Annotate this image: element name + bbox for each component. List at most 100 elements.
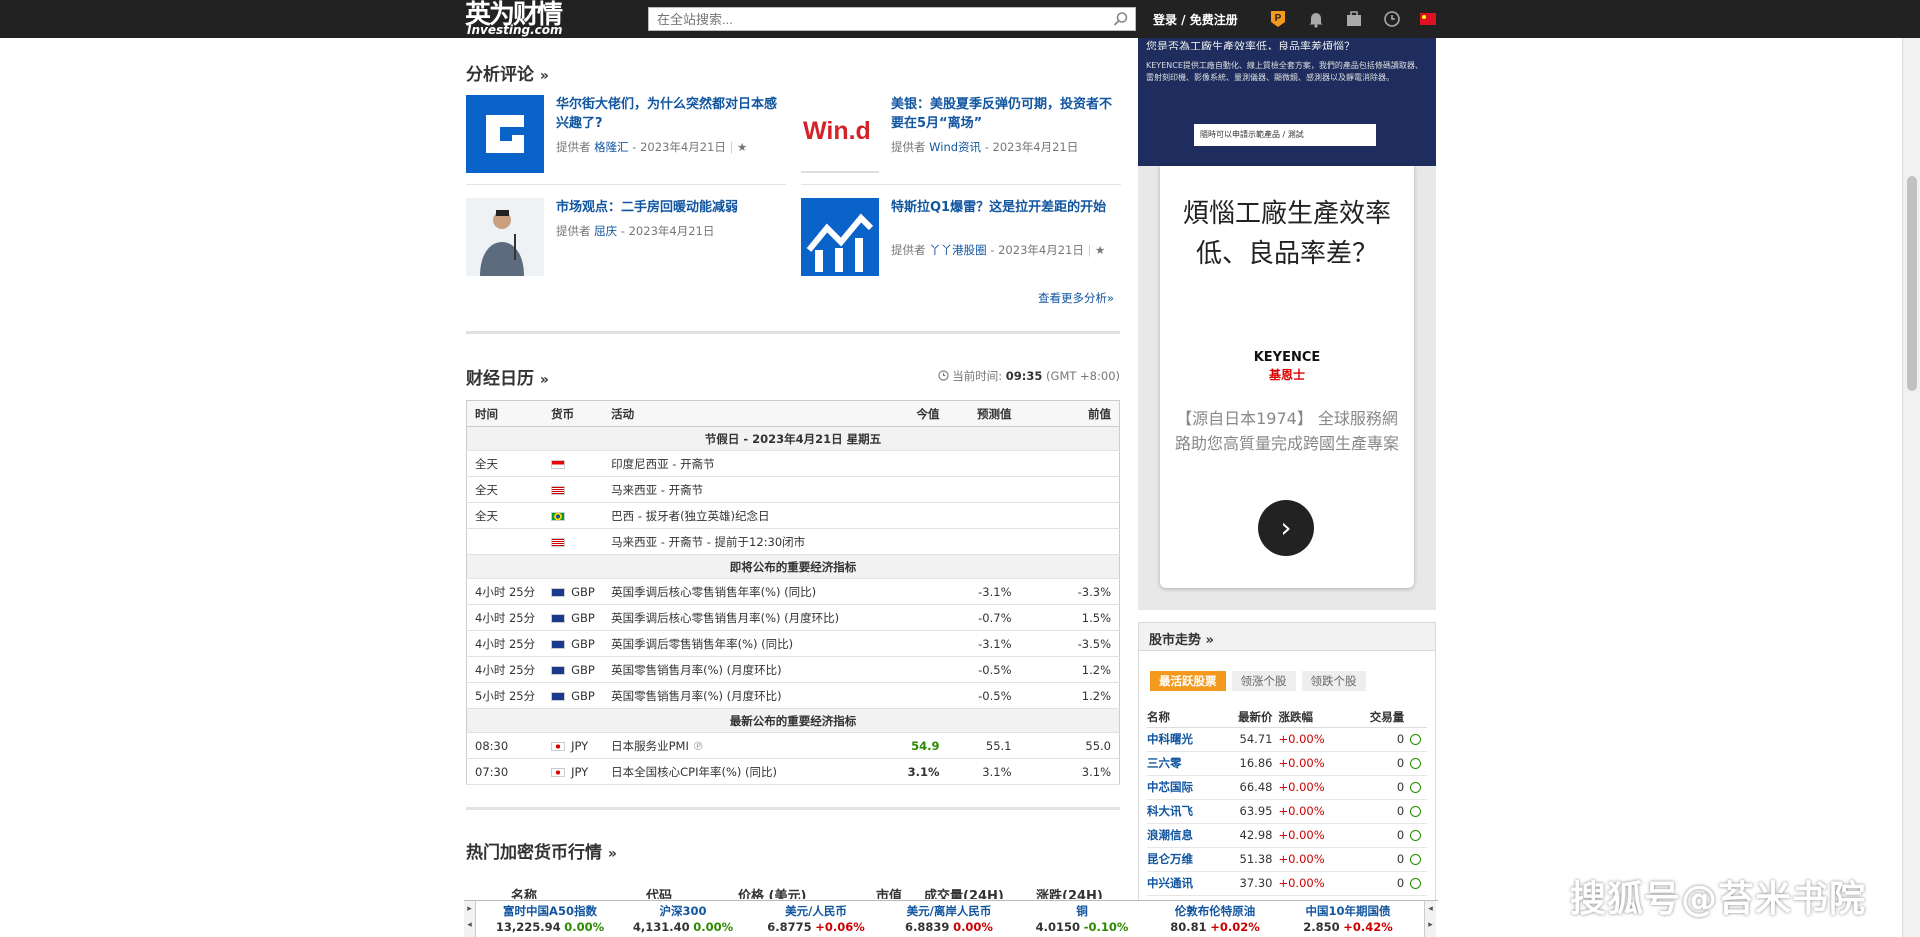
malaysia-flag-icon xyxy=(551,485,566,495)
keyence-cn-logo: 基恩士 xyxy=(1268,368,1305,382)
more-analysis-link[interactable]: 查看更多分析» xyxy=(1038,290,1114,306)
page-scrollbar[interactable] xyxy=(1902,38,1920,937)
ticker-item[interactable]: 美元/离岸人民币 6.8839 0.00% xyxy=(883,903,1015,935)
ticker-item[interactable]: 伦敦布伦特原油 80.81 +0.02% xyxy=(1149,903,1281,935)
crypto-heading[interactable]: 热门加密货币行情 » xyxy=(466,838,617,863)
watermark: 搜狐号@苔米书院 xyxy=(1570,879,1867,920)
article-thumbnail[interactable] xyxy=(801,198,879,276)
brazil-flag-icon xyxy=(551,511,566,521)
ticker-item[interactable]: 铜 4.0150 -0.10% xyxy=(1016,903,1148,935)
uk-flag-icon xyxy=(551,587,566,597)
latest-group-header: 最新公布的重要经济指标 xyxy=(466,708,1120,733)
table-row[interactable]: 中科曙光 54.71 +0.00% 0 xyxy=(1147,727,1427,752)
japan-flag-icon xyxy=(551,741,566,751)
article-thumbnail[interactable] xyxy=(466,198,544,276)
ad-demo-input[interactable]: 隨時可以申請示範產品 / 測試 xyxy=(1194,124,1376,146)
preliminary-icon: ℗ xyxy=(692,738,705,753)
star-icon[interactable]: ★ xyxy=(1095,243,1105,257)
article-author[interactable]: 格隆汇 xyxy=(594,140,629,154)
tab-most-active[interactable]: 最活跃股票 xyxy=(1150,671,1226,691)
table-row[interactable]: 4小时 25分 GBP 英国季调后核心零售销售年率(%) (同比) -3.1% -3.3… xyxy=(466,578,1120,605)
article-title[interactable]: 特斯拉Q1爆雷？这是拉开差距的开始 xyxy=(891,198,1121,217)
table-row[interactable]: 昆仑万维 51.38 +0.00% 0 xyxy=(1147,847,1427,872)
table-row[interactable]: 4小时 25分 GBP 英国零售销售月率(%) (月度环比) -0.5% 1.2% xyxy=(466,656,1120,683)
ad-text: KEYENCE提供工廠自動化、線上質檢全套方案，我們的產品包括條碼讀取器、雷射刻… xyxy=(1146,61,1423,82)
article-thumbnail[interactable] xyxy=(466,95,544,173)
table-row[interactable]: 科大讯飞 63.95 +0.00% 0 xyxy=(1147,799,1427,824)
table-row[interactable]: 5小时 25分 GBP 英国零售销售月率(%) (月度环比) -0.5% 1.2% xyxy=(466,682,1120,709)
table-row[interactable]: 中芯国际 66.48 +0.00% 0 xyxy=(1147,775,1427,800)
top-bar: 英为财情 Investing.com 登录 / 免费注册 P xyxy=(0,0,1920,38)
search-icon[interactable] xyxy=(1113,11,1129,27)
portfolio-icon[interactable] xyxy=(1344,9,1364,29)
article-author[interactable]: 丫丫港股圈 xyxy=(929,243,987,257)
table-row[interactable]: 全天 印度尼西亚 - 开斋节 xyxy=(466,450,1120,477)
ticker-item[interactable]: 沪深300 4,131.40 0.00% xyxy=(617,903,749,935)
indonesia-flag-icon xyxy=(551,459,566,469)
table-row[interactable]: 全天 马来西亚 - 开斋节 xyxy=(466,476,1120,503)
article-title[interactable]: 华尔街大佬们，为什么突然都对日本感兴趣了? xyxy=(556,95,786,133)
ad-banner-top[interactable]: 您是否為工廠生產效率低，良品率差煩惱？ KEYENCE提供工廠自動化、線上質檢全… xyxy=(1138,38,1436,166)
article-title[interactable]: 美银：美股夏季反弹仍可期，投资者不要在5月“离场” xyxy=(891,95,1121,133)
ticker-item[interactable]: 中国10年期国债 2.850 +0.42% xyxy=(1282,903,1414,935)
table-row[interactable]: 4小时 25分 GBP 英国季调后核心零售销售月率(%) (月度环比) -0.7% 1.… xyxy=(466,604,1120,631)
tab-losers[interactable]: 领跌个股 xyxy=(1301,671,1366,691)
analysis-heading[interactable]: 分析评论 » xyxy=(466,60,549,85)
article-meta: 提供者 屈庆 - 2023年4月21日 xyxy=(556,224,715,238)
login-register-link[interactable]: 登录 / 免费注册 xyxy=(1153,11,1238,28)
ticker-next-button[interactable]: ◂ ▸ xyxy=(1424,901,1436,937)
bottom-ticker: ▸ ◂ 富时中国A50指数 13,225.94 0.00% 沪深300 4,131.4… xyxy=(464,900,1438,937)
article-thumbnail[interactable]: Win.d xyxy=(801,95,879,173)
article-meta: 提供者 Wind资讯 - 2023年4月21日 xyxy=(891,140,1079,154)
table-row[interactable]: 浪潮信息 42.98 +0.00% 0 xyxy=(1147,823,1427,848)
speaker-photo xyxy=(466,198,544,276)
glh-logo-icon xyxy=(486,115,524,153)
ticker-item[interactable]: 富时中国A50指数 13,225.94 0.00% xyxy=(484,903,616,935)
clock-icon[interactable] xyxy=(1382,9,1402,29)
ad-go-button[interactable]: › xyxy=(1258,500,1314,556)
japan-flag-icon xyxy=(551,767,566,777)
upcoming-group-header: 即将公布的重要经济指标 xyxy=(466,554,1120,579)
holiday-group-header: 节假日 - 2023年4月21日 星期五 xyxy=(466,426,1120,451)
site-logo[interactable]: 英为财情 Investing.com xyxy=(465,2,635,36)
article-author[interactable]: Wind资讯 xyxy=(929,140,981,154)
clock-icon xyxy=(1410,830,1422,841)
market-heading[interactable]: 股市走势 » xyxy=(1139,623,1435,651)
stock-table: 名称 最新价 涨跌幅 交易量 中科曙光 54.71 +0.00% 0 三六零 16.86 +0.… xyxy=(1147,707,1427,896)
table-row[interactable]: 三六零 16.86 +0.00% 0 xyxy=(1147,751,1427,776)
bell-icon[interactable] xyxy=(1306,9,1326,29)
crypto-table-header: 名称 代码 价格 (美元) 市值 成交量(24H) 涨跌(24H) xyxy=(511,889,1103,899)
economic-calendar-table: 时间 货币 活动 今值 预测值 前值 节假日 - 2023年4月21日 星期五 … xyxy=(466,400,1120,785)
ticker-item[interactable]: 美元/人民币 6.8775 +0.06% xyxy=(750,903,882,935)
table-row[interactable]: 07:30 JPY 日本全国核心CPI年率(%) (同比) 3.1% 3.1% 3.1% xyxy=(466,758,1120,785)
clock-icon xyxy=(937,370,949,381)
article-author[interactable]: 屈庆 xyxy=(594,224,617,238)
divider xyxy=(801,184,1121,185)
china-flag-icon[interactable] xyxy=(1420,13,1436,25)
clock-icon xyxy=(1410,878,1422,889)
article-card[interactable]: Win.d 美银：美股夏季反弹仍可期，投资者不要在5月“离场” 提供者 Wind… xyxy=(801,95,1121,175)
table-row[interactable]: 4小时 25分 GBP 英国季调后零售销售年率(%) (同比) -3.1% -3.5% xyxy=(466,630,1120,657)
article-title[interactable]: 市场观点：二手房回暖动能减弱 xyxy=(556,198,786,217)
scrollbar-thumb[interactable] xyxy=(1907,176,1917,391)
search-input[interactable] xyxy=(649,8,1089,30)
ticker-prev-button[interactable]: ▸ ◂ xyxy=(464,901,476,937)
article-card[interactable]: 华尔街大佬们，为什么突然都对日本感兴趣了? 提供者 格隆汇 - 2023年4月2… xyxy=(466,95,786,175)
table-row[interactable]: 中兴通讯 37.30 +0.00% 0 xyxy=(1147,871,1427,896)
table-header-row: 时间 货币 活动 今值 预测值 前值 xyxy=(466,400,1120,427)
tab-gainers[interactable]: 领涨个股 xyxy=(1231,671,1296,691)
svg-text:P: P xyxy=(1275,13,1282,24)
uk-flag-icon xyxy=(551,665,566,675)
table-row[interactable]: 全天 巴西 - 拔牙者(独立英雄)纪念日 xyxy=(466,502,1120,529)
divider xyxy=(466,184,786,185)
pro-icon[interactable]: P xyxy=(1268,9,1288,29)
table-row[interactable]: 08:30 JPY 日本服务业PMI ℗ 54.9 55.1 55.0 xyxy=(466,732,1120,759)
table-row[interactable]: 马来西亚 - 开斋节 - 提前于12:30闭市 xyxy=(466,528,1120,555)
article-card[interactable]: 特斯拉Q1爆雷？这是拉开差距的开始 提供者 丫丫港股圈 - 2023年4月21日… xyxy=(801,198,1121,278)
search-box xyxy=(648,7,1136,31)
article-card[interactable]: 市场观点：二手房回暖动能减弱 提供者 屈庆 - 2023年4月21日 xyxy=(466,198,786,278)
section-divider xyxy=(466,807,1120,810)
star-icon[interactable]: ★ xyxy=(737,140,747,154)
ad-banner-main[interactable]: 煩惱工廠生產效率低、良品率差？ KEYENCE 基恩士 【源自日本1974】 全… xyxy=(1160,166,1414,588)
calendar-heading[interactable]: 财经日历 » xyxy=(466,364,549,389)
